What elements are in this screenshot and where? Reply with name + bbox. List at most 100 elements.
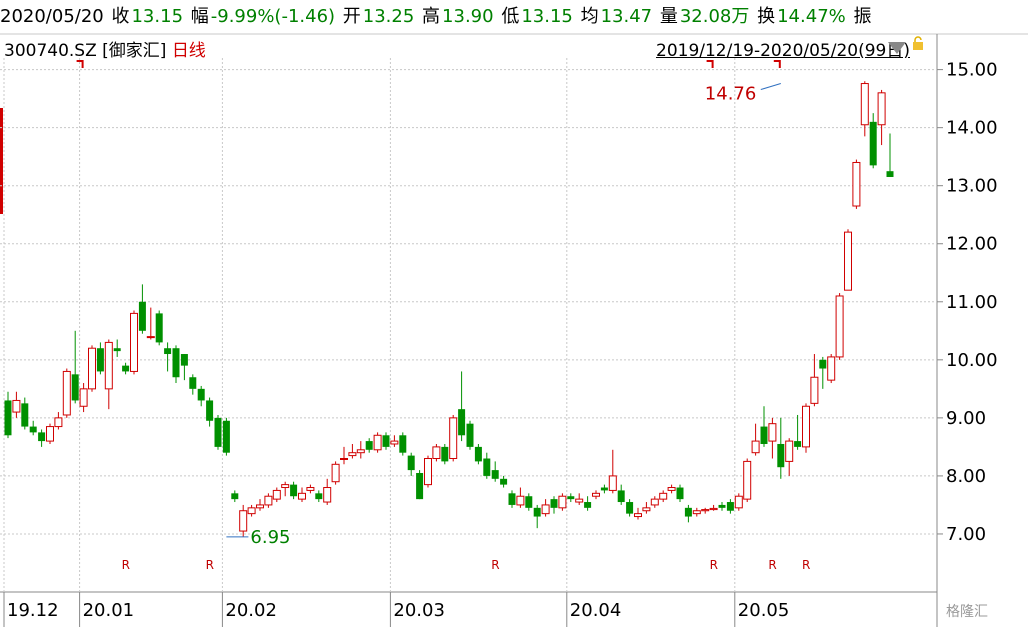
candle-body (399, 435, 407, 453)
candle (819, 356, 827, 389)
candle (264, 493, 273, 508)
candle-body (382, 435, 390, 447)
candle-body (634, 513, 642, 518)
candle-body (541, 504, 550, 515)
candle (38, 429, 46, 447)
candle (4, 391, 12, 439)
candle-body (113, 348, 121, 352)
candle-body (718, 504, 726, 508)
candle (416, 470, 424, 500)
candle (516, 487, 525, 508)
r-mark: R (710, 558, 718, 572)
candle (634, 507, 642, 520)
candle (743, 458, 752, 503)
candlestick-chart[interactable]: 7.00 8.00 9.00 10.00 11.00 12.00 13.00 14.00 15.… (0, 0, 1028, 627)
candle (348, 443, 357, 459)
candle (877, 89, 886, 146)
candle (709, 504, 718, 511)
candle-body (348, 452, 357, 457)
candle-body (592, 492, 600, 497)
candle (138, 284, 146, 334)
candle (751, 423, 760, 456)
candle (272, 487, 281, 503)
candle (46, 423, 54, 444)
candle (777, 417, 785, 479)
candle-body (659, 492, 668, 500)
candle (802, 403, 810, 453)
lock-icon[interactable] (912, 36, 924, 50)
candle (869, 113, 877, 169)
candle (206, 397, 214, 427)
r-mark: R (802, 558, 810, 572)
candle-body (819, 359, 827, 369)
candle-body (424, 458, 432, 486)
candle-body (46, 426, 54, 442)
candle-body (272, 489, 281, 500)
period-label[interactable]: 日线 (172, 41, 206, 61)
candle-body (197, 388, 205, 401)
candle (667, 484, 676, 494)
candle (306, 484, 315, 494)
candle (533, 504, 541, 529)
r-mark: R (122, 558, 130, 572)
candle-body (525, 496, 533, 508)
candle (54, 412, 63, 430)
candle-body (356, 449, 365, 454)
candle-body (172, 348, 180, 378)
candle (172, 345, 180, 384)
date-range[interactable]: 2019/12/19-2020/05/20(99日) (656, 36, 910, 61)
candle (600, 484, 608, 494)
left-marker (0, 108, 3, 214)
candle-body (827, 356, 836, 381)
range-dropdown-icon[interactable] (888, 42, 906, 54)
r-mark: R (768, 558, 776, 572)
candle-body (88, 347, 96, 390)
candle (222, 417, 230, 456)
candle (155, 310, 163, 346)
candle-body (617, 490, 625, 503)
candle-body (214, 417, 222, 447)
candle (96, 342, 104, 375)
candle (810, 354, 819, 407)
candle-body (701, 509, 710, 512)
candle-body (264, 495, 273, 506)
candle (466, 420, 474, 450)
candle (21, 397, 29, 430)
candle-body (575, 498, 584, 503)
candle-body (222, 420, 230, 453)
candle (718, 502, 726, 511)
candle-body (71, 374, 79, 401)
candle-body (290, 484, 298, 497)
candle-body (835, 295, 844, 358)
candle-body (239, 510, 248, 532)
y-tick-label: 15.00 (946, 60, 998, 81)
r-mark: R (206, 558, 214, 572)
y-tick-label: 10.00 (946, 350, 998, 371)
candle (567, 493, 575, 503)
candle (122, 362, 130, 375)
candle (399, 432, 407, 456)
candle-body (390, 440, 399, 445)
candle-body (104, 341, 113, 390)
candle-body (281, 484, 290, 489)
candle-body (810, 376, 819, 404)
candle-body (877, 92, 886, 126)
candle-body (54, 417, 63, 428)
candle-body (768, 423, 777, 442)
candle (104, 339, 113, 410)
candle (550, 496, 558, 514)
candle (860, 81, 869, 137)
candle-body (760, 426, 768, 444)
y-tick-label: 11.00 (946, 292, 998, 313)
candle (441, 443, 449, 465)
r-marks: RRRRRR (76, 60, 810, 572)
candle (71, 330, 79, 404)
r-mark: R (491, 558, 499, 572)
y-axis-labels: 7.00 8.00 9.00 10.00 11.00 12.00 13.00 14.00 15.… (946, 60, 998, 545)
candle-body (323, 487, 332, 503)
event-flag (773, 60, 781, 68)
candle (525, 493, 533, 511)
candle-body (860, 83, 869, 126)
candle-body (416, 473, 424, 500)
candle-body (62, 370, 71, 416)
